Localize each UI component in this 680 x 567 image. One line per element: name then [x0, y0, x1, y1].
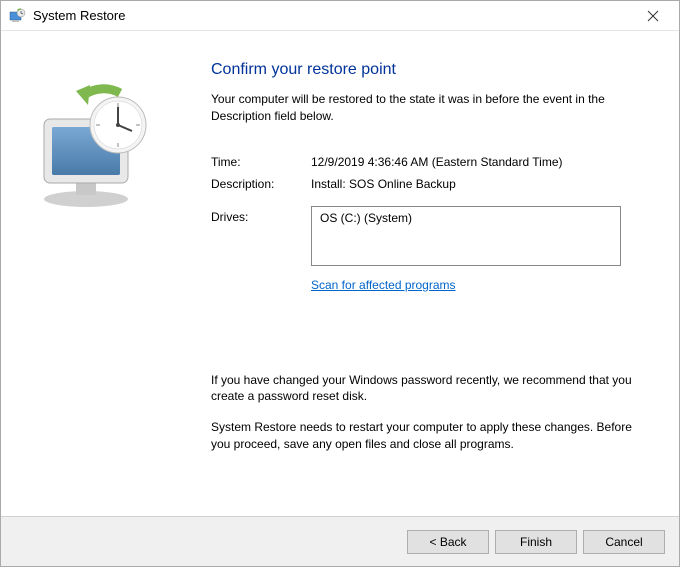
page-heading: Confirm your restore point: [211, 61, 649, 79]
back-button[interactable]: < Back: [407, 530, 489, 554]
scan-link-row: Scan for affected programs: [311, 278, 649, 292]
app-icon: [7, 6, 27, 26]
description-value: Install: SOS Online Backup: [311, 177, 649, 191]
finish-button[interactable]: Finish: [495, 530, 577, 554]
time-label: Time:: [211, 155, 311, 169]
drives-label: Drives:: [211, 206, 311, 266]
intro-text: Your computer will be restored to the st…: [211, 91, 649, 125]
restore-graphic-icon: [26, 81, 166, 201]
cancel-button[interactable]: Cancel: [583, 530, 665, 554]
restart-notice: System Restore needs to restart your com…: [211, 419, 649, 453]
drive-item: OS (C:) (System): [320, 211, 612, 225]
description-row: Description: Install: SOS Online Backup: [211, 177, 649, 191]
body-area: Confirm your restore point Your computer…: [1, 31, 679, 516]
footer-buttons: < Back Finish Cancel: [1, 516, 679, 566]
time-value: 12/9/2019 4:36:46 AM (Eastern Standard T…: [311, 155, 649, 169]
notice-section: If you have changed your Windows passwor…: [211, 372, 649, 453]
close-button[interactable]: [633, 2, 673, 30]
description-label: Description:: [211, 177, 311, 191]
window-title: System Restore: [33, 8, 633, 23]
scan-affected-link[interactable]: Scan for affected programs: [311, 278, 456, 292]
content-area: Confirm your restore point Your computer…: [191, 31, 679, 516]
system-restore-window: System Restore: [0, 0, 680, 567]
sidebar: [1, 31, 191, 516]
drives-list: OS (C:) (System): [311, 206, 621, 266]
titlebar: System Restore: [1, 1, 679, 31]
time-row: Time: 12/9/2019 4:36:46 AM (Eastern Stan…: [211, 155, 649, 169]
drives-row: Drives: OS (C:) (System): [211, 206, 649, 266]
password-notice: If you have changed your Windows passwor…: [211, 372, 649, 406]
